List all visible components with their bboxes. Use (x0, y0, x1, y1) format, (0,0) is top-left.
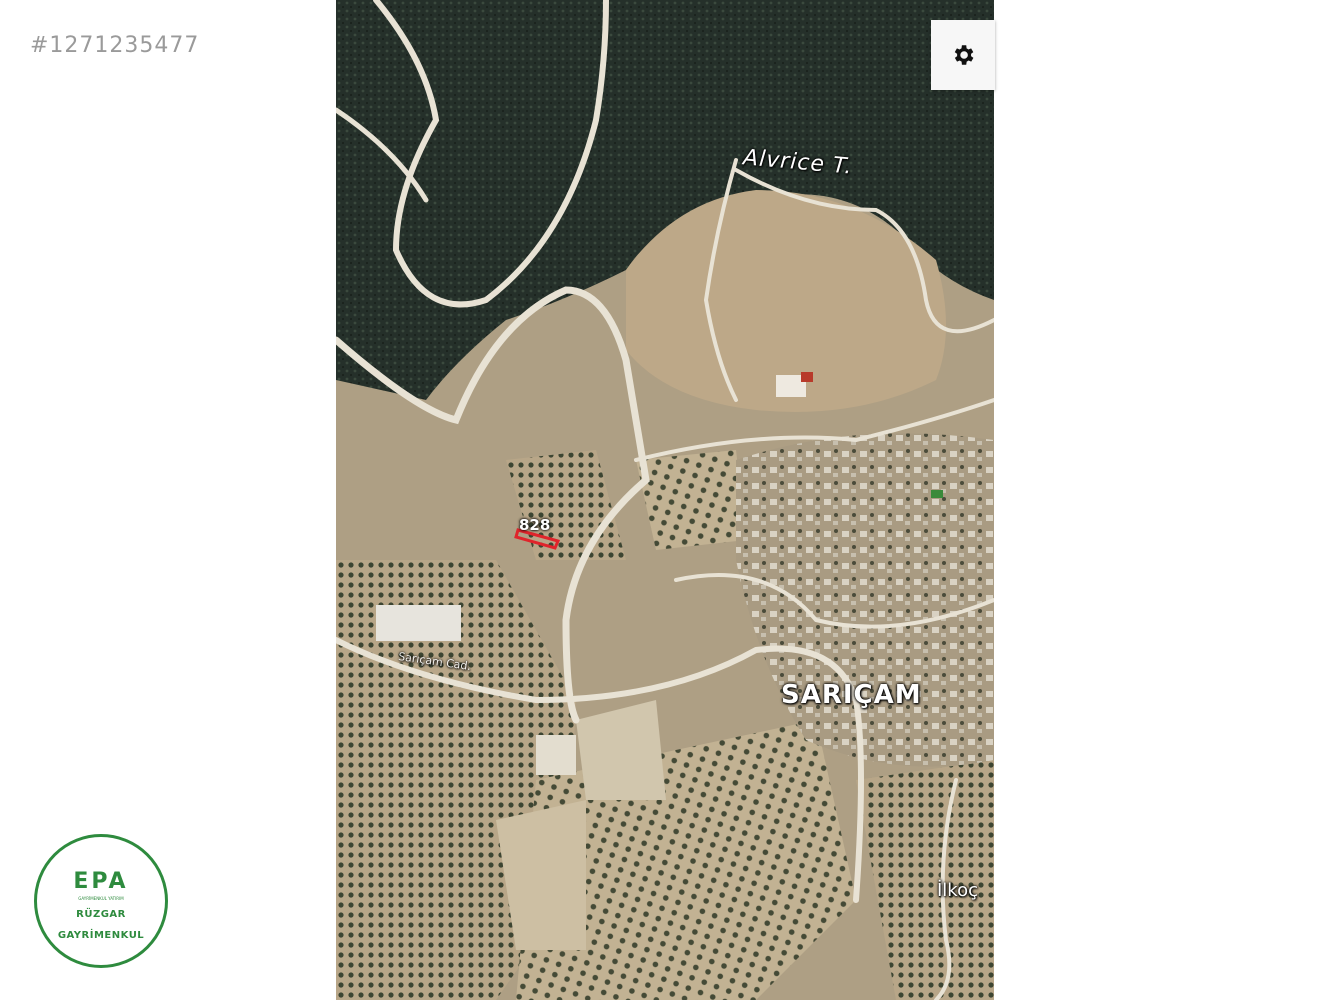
map-label-place: İlkoç (937, 880, 979, 901)
agency-logo: EPA GAYRİMENKUL YATIRIM RÜZGAR GAYRİMENK… (34, 834, 168, 968)
logo-brand: EPA (73, 869, 129, 894)
logo-line2: GAYRİMENKUL (57, 930, 145, 941)
map-imagery (336, 0, 994, 1000)
map-settings-button[interactable] (931, 20, 995, 90)
parcel-label: 828 (519, 516, 551, 534)
logo-line1: RÜZGAR (76, 909, 126, 920)
satellite-map[interactable] (336, 0, 994, 1000)
gear-icon (954, 45, 974, 65)
map-label-village: SARIÇAM (781, 680, 922, 710)
listing-id: #1271235477 (30, 33, 200, 58)
logo-tagline: GAYRİMENKUL YATIRIM (78, 896, 124, 901)
